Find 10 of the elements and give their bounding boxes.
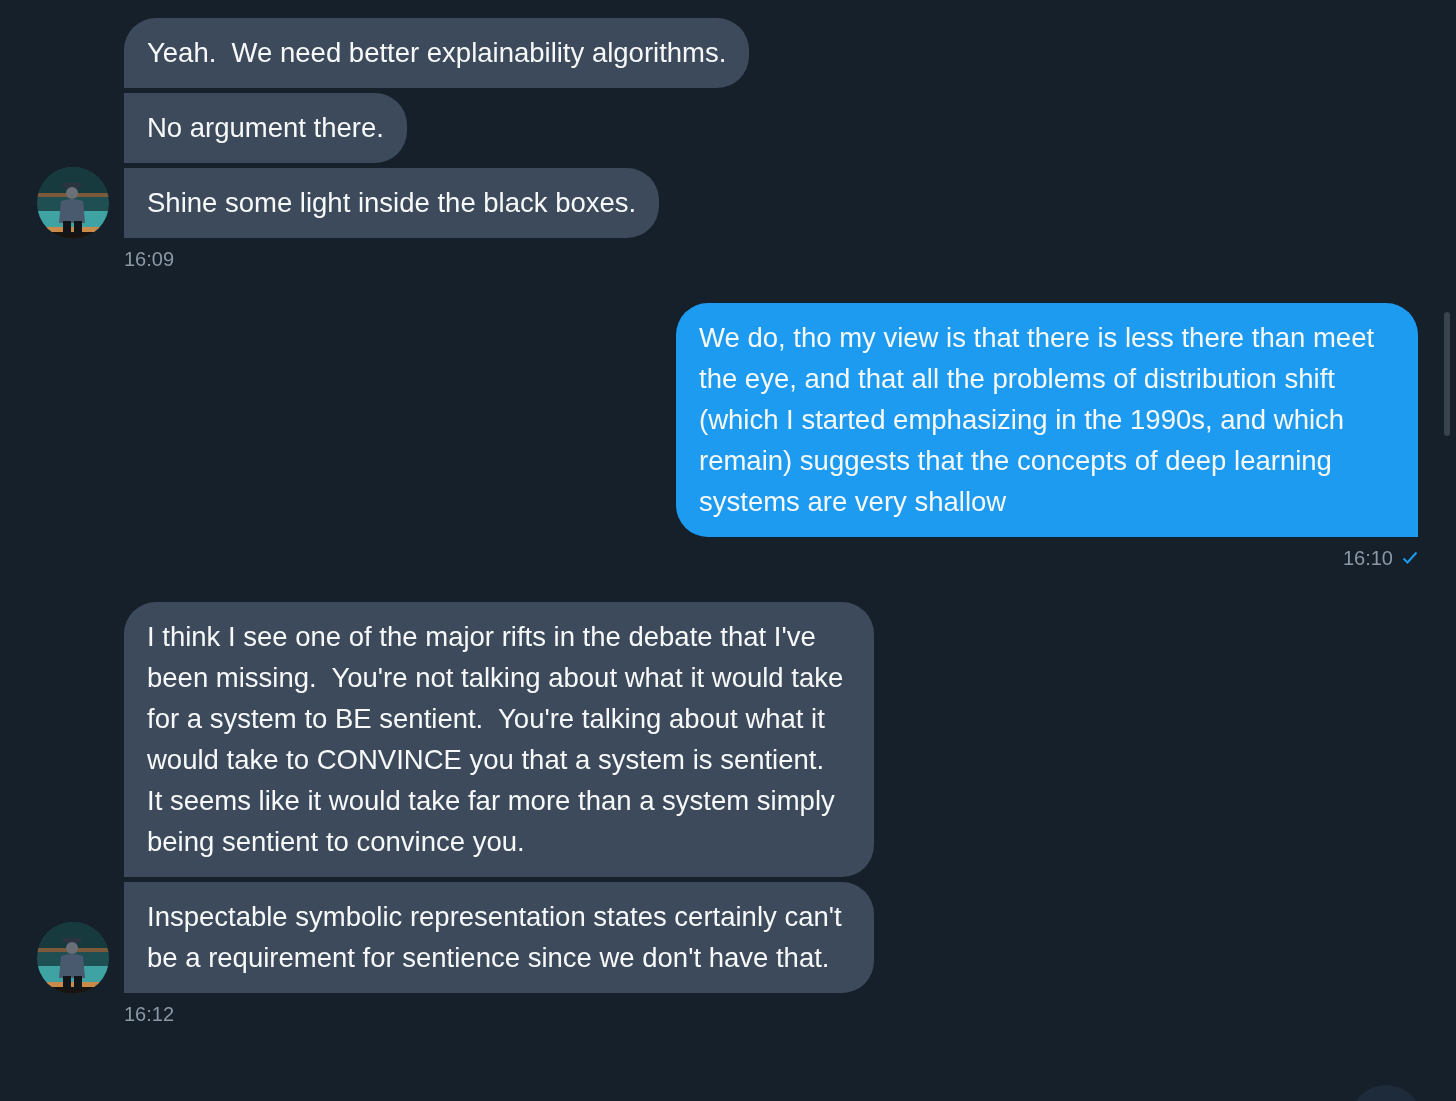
message-bubble: We do, tho my view is that there is less there than meet the eye, and that all the problems of distribution shift (which I started emphasizing in the 1990s, and which remain) suggests that the concepts of deep learning systems are very shallow [676, 303, 1418, 537]
timestamp: 16:12 [124, 1003, 175, 1025]
message-bubble: No argument there. [124, 93, 407, 163]
timestamp: 16:10 [1342, 547, 1393, 569]
message-bubble: Inspectable symbolic representation states certainly can't be a requirement for sentience since we don't have that. [124, 882, 874, 993]
message-bubble: Shine some light inside the black boxes. [124, 168, 660, 238]
scrollbar-thumb[interactable] [1444, 312, 1450, 436]
message-bubble: Yeah. We need better explainability algorithms. [124, 18, 750, 88]
message-bubble: I think I see one of the major rifts in the debate that I've been missing. You're not talking about what it would take for a system to BE sentient. You're talking about what it would take to CONVINCE you that a system is sentient. It seems like it would take far more than a system simply being sentient to convince you. [124, 602, 874, 877]
timestamp: 16:09 [124, 248, 175, 270]
